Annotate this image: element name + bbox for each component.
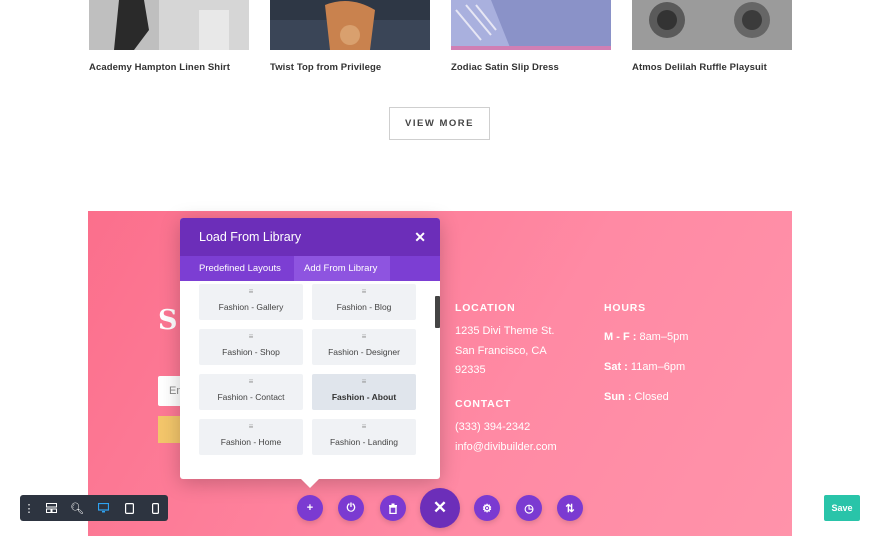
product-name[interactable]: Zodiac Satin Slip Dress — [451, 62, 559, 73]
layout-label: Fashion - About — [331, 392, 397, 402]
power-icon[interactable]: ⏻ — [338, 495, 364, 521]
layout-label: Fashion - Gallery — [218, 302, 284, 312]
product-image[interactable] — [451, 0, 611, 50]
wireframe-icon[interactable] — [38, 495, 64, 521]
product-name[interactable]: Academy Hampton Linen Shirt — [89, 62, 230, 73]
scrollbar[interactable] — [435, 296, 440, 328]
product-card[interactable]: Twist Top from Privilege — [270, 0, 430, 73]
view-toolbar: ⋮ 🔍︎ — [20, 495, 168, 521]
layout-list[interactable]: ≡ Fashion - Gallery ≡ Fashion - Blog ≡ Fash… — [180, 281, 440, 479]
product-card[interactable]: Atmos Delilah Ruffle Playsuit — [632, 0, 792, 73]
desktop-view-icon[interactable] — [90, 495, 116, 521]
tablet-view-icon[interactable] — [116, 495, 142, 521]
modal-title: Load From Library — [199, 230, 302, 244]
product-name[interactable]: Twist Top from Privilege — [270, 62, 381, 73]
layout-icon: ≡ — [248, 332, 254, 341]
page: { "products": [ {"name": "Academy Hampto… — [0, 0, 880, 536]
layout-label: Fashion - Blog — [336, 302, 392, 312]
contact-details: (333) 394-2342 info@divibuilder.com — [455, 418, 557, 457]
layout-icon: ≡ — [248, 377, 254, 386]
product-card[interactable]: Academy Hampton Linen Shirt — [89, 0, 249, 73]
modal-tabs: Predefined Layouts Add From Library — [180, 256, 440, 281]
hours-row: M - F : 8am–5pm — [604, 322, 688, 352]
product-image[interactable] — [270, 0, 430, 50]
layout-item[interactable]: ≡ Fashion - Home — [199, 419, 303, 455]
layout-label: Fashion - Shop — [222, 347, 280, 357]
load-from-library-modal: Load From Library ✕ Predefined Layouts A… — [180, 218, 440, 479]
layout-icon: ≡ — [248, 422, 254, 431]
save-button[interactable]: Save — [824, 495, 860, 521]
close-icon[interactable]: ✕ — [414, 229, 426, 246]
product-image[interactable] — [89, 0, 249, 50]
layout-item[interactable]: ≡ Fashion - Blog — [312, 284, 416, 320]
address-line: San Francisco, CA — [455, 344, 547, 357]
hours-heading: HOURS — [604, 302, 646, 314]
layout-icon: ≡ — [361, 332, 367, 341]
tab-predefined-layouts[interactable]: Predefined Layouts — [180, 256, 294, 281]
view-more-button[interactable]: VIEW MORE — [389, 107, 490, 140]
email-address[interactable]: info@divibuilder.com — [455, 438, 557, 458]
sort-icon[interactable]: ⇅ — [557, 495, 583, 521]
zoom-icon[interactable]: 🔍︎ — [64, 495, 90, 521]
hours-time: 8am–5pm — [636, 331, 689, 343]
hours-row: Sun : Closed — [604, 382, 688, 412]
gear-icon[interactable]: ⚙ — [474, 495, 500, 521]
address-line: 1235 Divi Theme St. — [455, 325, 555, 337]
modal-pointer — [300, 478, 320, 488]
layout-icon: ≡ — [361, 377, 367, 386]
phone-view-icon[interactable] — [142, 495, 168, 521]
hours-time: 11am–6pm — [627, 361, 686, 373]
trash-icon[interactable] — [380, 495, 406, 521]
hours-day: Sun : — [604, 391, 632, 403]
location-address: 1235 Divi Theme St. San Francisco, CA 92… — [455, 322, 554, 381]
phone-number: (333) 394-2342 — [455, 421, 531, 433]
layout-item[interactable]: ≡ Fashion - Designer — [312, 329, 416, 365]
layout-label: Fashion - Contact — [217, 392, 285, 402]
layout-label: Fashion - Landing — [329, 437, 399, 447]
layout-label: Fashion - Designer — [328, 347, 400, 357]
product-image[interactable] — [632, 0, 792, 50]
hours-row: Sat : 11am–6pm — [604, 352, 688, 382]
hours-day: M - F : — [604, 331, 637, 343]
hours-list: M - F : 8am–5pm Sat : 11am–6pm Sun : Clo… — [604, 322, 688, 412]
product-card[interactable]: Zodiac Satin Slip Dress — [451, 0, 611, 73]
contact-heading: CONTACT — [455, 398, 512, 410]
layout-item[interactable]: ≡ Fashion - About — [312, 374, 416, 410]
address-line: 92335 — [455, 364, 486, 376]
hours-time: Closed — [631, 391, 669, 403]
add-icon[interactable]: + — [297, 495, 323, 521]
location-heading: LOCATION — [455, 302, 516, 314]
layout-label: Fashion - Home — [220, 437, 282, 447]
hours-day: Sat : — [604, 361, 628, 373]
layout-item[interactable]: ≡ Fashion - Contact — [199, 374, 303, 410]
layout-item[interactable]: ≡ Fashion - Gallery — [199, 284, 303, 320]
history-icon[interactable]: ◷ — [516, 495, 542, 521]
layout-item[interactable]: ≡ Fashion - Shop — [199, 329, 303, 365]
modal-header: Load From Library ✕ — [180, 218, 440, 256]
tab-add-from-library[interactable]: Add From Library — [294, 256, 390, 281]
layout-icon: ≡ — [248, 287, 254, 296]
section-headline: S — [158, 305, 178, 336]
product-name[interactable]: Atmos Delilah Ruffle Playsuit — [632, 62, 767, 73]
layout-icon: ≡ — [361, 422, 367, 431]
layout-icon: ≡ — [361, 287, 367, 296]
layout-item[interactable]: ≡ Fashion - Landing — [312, 419, 416, 455]
close-icon[interactable]: ✕ — [420, 488, 460, 528]
